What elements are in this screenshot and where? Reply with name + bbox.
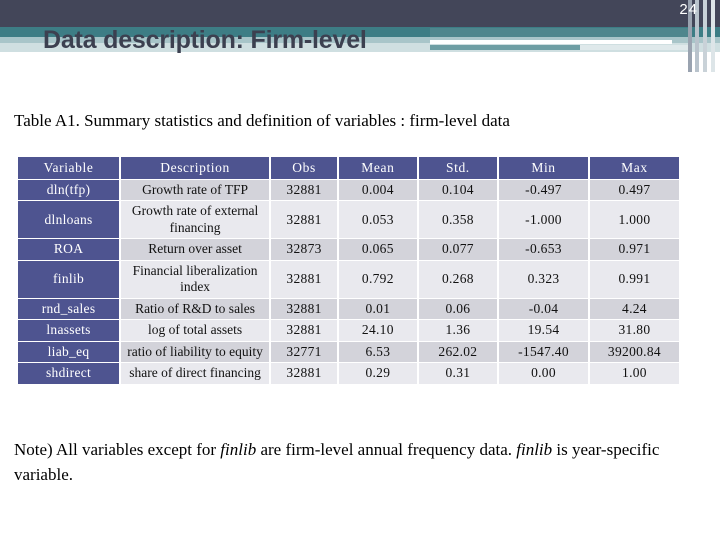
cell-obs: 32881 bbox=[271, 260, 338, 298]
cell-max: 31.80 bbox=[589, 320, 679, 341]
column-header-variable: Variable bbox=[18, 157, 120, 179]
cell-mean: 0.29 bbox=[339, 363, 417, 384]
cell-min: -0.04 bbox=[499, 298, 588, 320]
cell-min: 0.00 bbox=[499, 363, 588, 384]
title-decor-bar-1 bbox=[430, 28, 688, 37]
table-row: lnassets log of total assets 32881 24.10… bbox=[18, 320, 679, 341]
cell-max: 39200.84 bbox=[589, 341, 679, 363]
cell-min: -1547.40 bbox=[499, 341, 588, 363]
cell-max: 1.000 bbox=[589, 201, 679, 239]
cell-std: 0.358 bbox=[418, 201, 498, 239]
cell-mean: 0.065 bbox=[339, 239, 417, 260]
cell-description: log of total assets bbox=[121, 320, 270, 341]
cell-min: 0.323 bbox=[499, 260, 588, 298]
cell-std: 1.36 bbox=[418, 320, 498, 341]
cell-mean: 0.053 bbox=[339, 201, 417, 239]
table-header-row: Variable Description Obs Mean Std. Min M… bbox=[18, 157, 679, 179]
note-emphasis-1: finlib bbox=[220, 440, 257, 459]
cell-variable: liab_eq bbox=[18, 341, 120, 363]
page-number: 24 bbox=[679, 1, 698, 18]
column-header-min: Min bbox=[499, 157, 588, 179]
column-header-mean: Mean bbox=[339, 157, 417, 179]
cell-variable: dlnloans bbox=[18, 201, 120, 239]
cell-obs: 32881 bbox=[271, 320, 338, 341]
table-row: dln(tfp) Growth rate of TFP 32881 0.004 … bbox=[18, 180, 679, 201]
cell-std: 0.104 bbox=[418, 180, 498, 201]
cell-description: Financial liberalization index bbox=[121, 260, 270, 298]
cell-max: 4.24 bbox=[589, 298, 679, 320]
table-row: shdirect share of direct financing 32881… bbox=[18, 363, 679, 384]
cell-mean: 0.004 bbox=[339, 180, 417, 201]
header-vertical-stripe-3 bbox=[703, 0, 707, 72]
title-decor-bar-4 bbox=[580, 45, 688, 50]
cell-variable: ROA bbox=[18, 239, 120, 260]
cell-max: 0.971 bbox=[589, 239, 679, 260]
cell-max: 1.00 bbox=[589, 363, 679, 384]
cell-min: -1.000 bbox=[499, 201, 588, 239]
cell-obs: 32771 bbox=[271, 341, 338, 363]
table-caption: Table A1. Summary statistics and definit… bbox=[14, 111, 510, 130]
title-decor-bar-2 bbox=[430, 40, 672, 44]
cell-description: ratio of liability to equity bbox=[121, 341, 270, 363]
cell-variable: finlib bbox=[18, 260, 120, 298]
cell-mean: 0.01 bbox=[339, 298, 417, 320]
note-text-part-1: Note) All variables except for bbox=[14, 440, 221, 459]
cell-std: 0.268 bbox=[418, 260, 498, 298]
cell-variable: shdirect bbox=[18, 363, 120, 384]
table-row: ROA Return over asset 32873 0.065 0.077 … bbox=[18, 239, 679, 260]
page-title: Data description: Firm-level bbox=[43, 26, 367, 54]
cell-obs: 32873 bbox=[271, 239, 338, 260]
header-dark-band bbox=[0, 0, 720, 27]
cell-max: 0.497 bbox=[589, 180, 679, 201]
cell-min: 19.54 bbox=[499, 320, 588, 341]
cell-std: 262.02 bbox=[418, 341, 498, 363]
cell-obs: 32881 bbox=[271, 363, 338, 384]
table-body: dln(tfp) Growth rate of TFP 32881 0.004 … bbox=[18, 180, 679, 384]
cell-variable: lnassets bbox=[18, 320, 120, 341]
summary-statistics-table: Variable Description Obs Mean Std. Min M… bbox=[16, 156, 681, 385]
cell-min: -0.497 bbox=[499, 180, 588, 201]
table-row: rnd_sales Ratio of R&D to sales 32881 0.… bbox=[18, 298, 679, 320]
cell-obs: 32881 bbox=[271, 180, 338, 201]
title-decor-bar-3 bbox=[430, 45, 580, 50]
column-header-std: Std. bbox=[418, 157, 498, 179]
cell-mean: 0.792 bbox=[339, 260, 417, 298]
cell-variable: dln(tfp) bbox=[18, 180, 120, 201]
column-header-description: Description bbox=[121, 157, 270, 179]
cell-std: 0.31 bbox=[418, 363, 498, 384]
cell-description: Ratio of R&D to sales bbox=[121, 298, 270, 320]
cell-mean: 24.10 bbox=[339, 320, 417, 341]
note-emphasis-2: finlib bbox=[516, 440, 553, 459]
header-vertical-stripe-4 bbox=[711, 0, 715, 72]
table-row: dlnloans Growth rate of external financi… bbox=[18, 201, 679, 239]
cell-obs: 32881 bbox=[271, 201, 338, 239]
table-note: Note) All variables except for finlib ar… bbox=[14, 438, 694, 487]
cell-description: Growth rate of external financing bbox=[121, 201, 270, 239]
cell-description: Growth rate of TFP bbox=[121, 180, 270, 201]
cell-std: 0.077 bbox=[418, 239, 498, 260]
table-row: liab_eq ratio of liability to equity 327… bbox=[18, 341, 679, 363]
table-header: Variable Description Obs Mean Std. Min M… bbox=[18, 157, 679, 179]
cell-mean: 6.53 bbox=[339, 341, 417, 363]
cell-max: 0.991 bbox=[589, 260, 679, 298]
column-header-max: Max bbox=[589, 157, 679, 179]
cell-variable: rnd_sales bbox=[18, 298, 120, 320]
note-text-part-2: are firm-level annual frequency data. bbox=[256, 440, 517, 459]
table-row: finlib Financial liberalization index 32… bbox=[18, 260, 679, 298]
column-header-obs: Obs bbox=[271, 157, 338, 179]
cell-std: 0.06 bbox=[418, 298, 498, 320]
cell-description: Return over asset bbox=[121, 239, 270, 260]
cell-min: -0.653 bbox=[499, 239, 588, 260]
cell-description: share of direct financing bbox=[121, 363, 270, 384]
cell-obs: 32881 bbox=[271, 298, 338, 320]
